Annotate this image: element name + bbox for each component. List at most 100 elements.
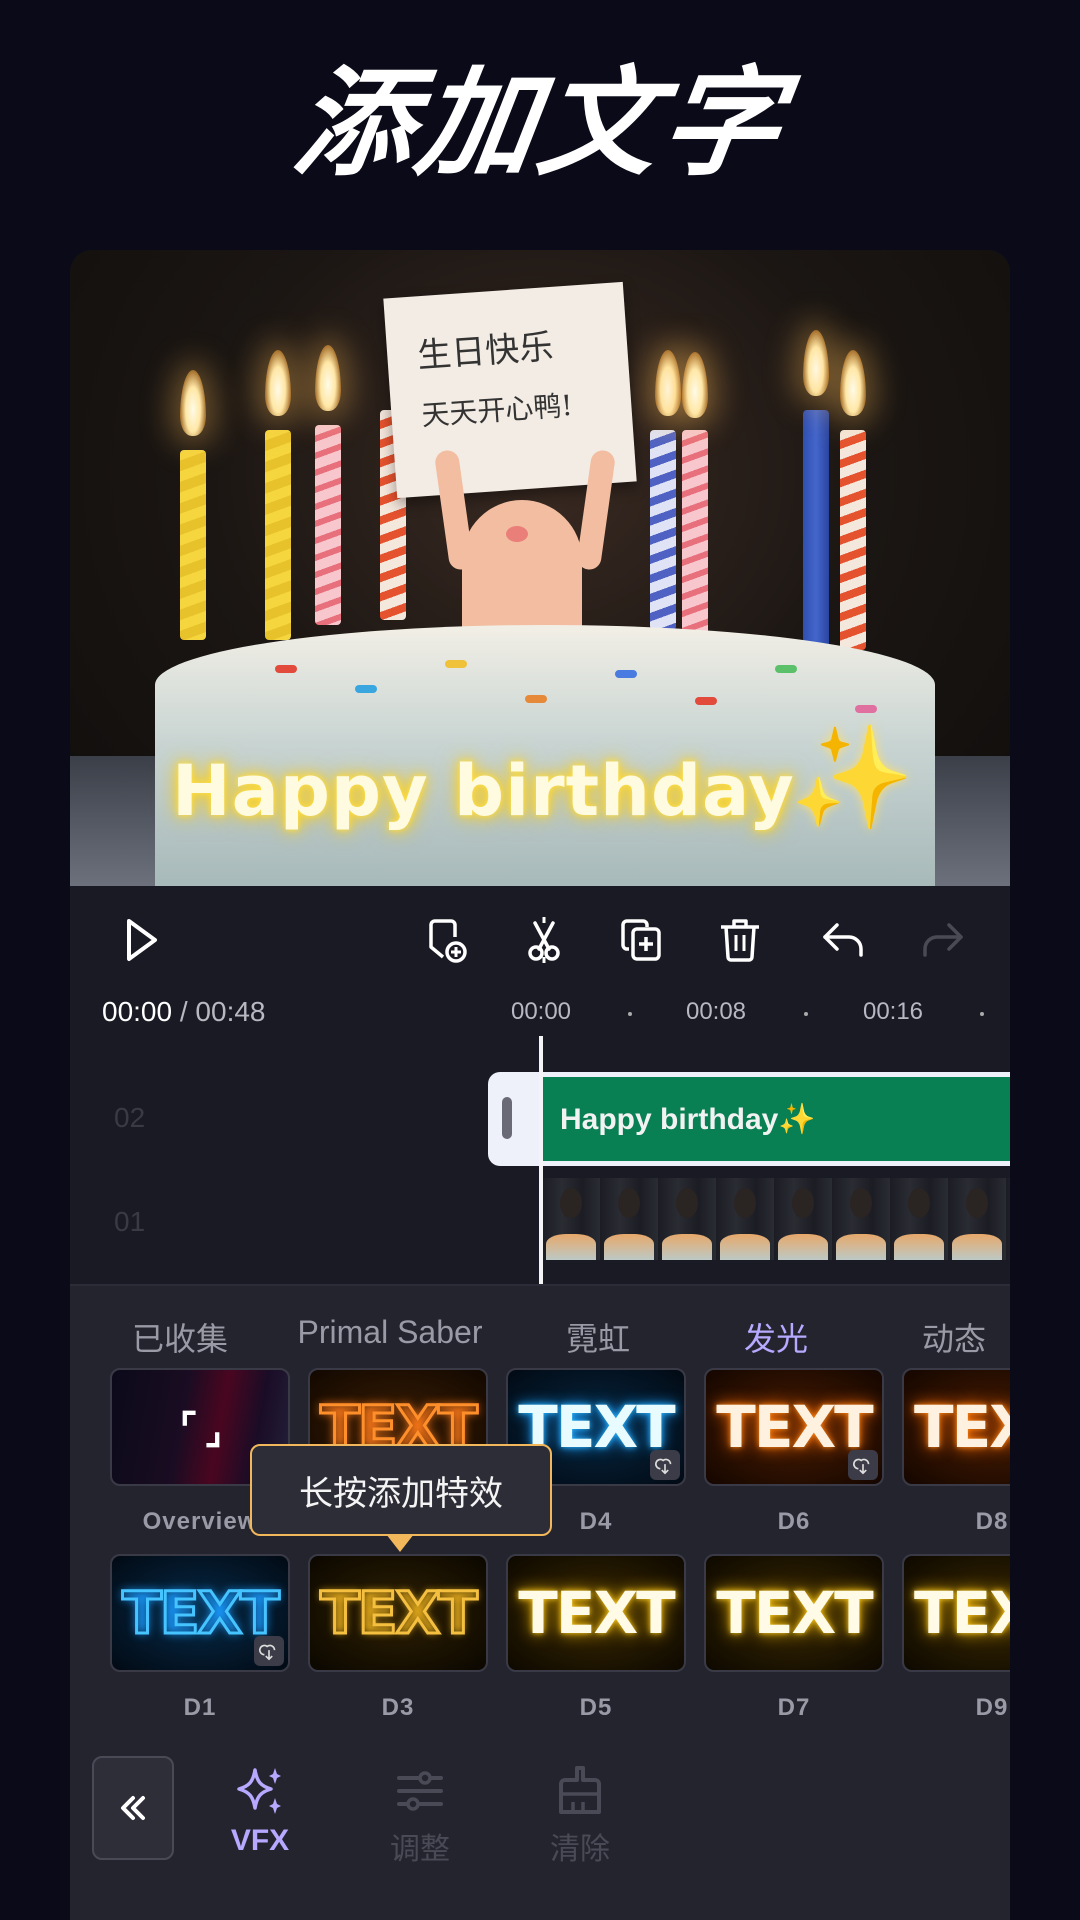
sparkle-icon [237, 1768, 281, 1814]
candle [840, 430, 866, 650]
undo-icon [823, 923, 863, 957]
delete-icon [721, 919, 759, 962]
candle [650, 430, 676, 630]
category-tab-collected[interactable]: 已收集 [132, 1314, 228, 1360]
time-separator: / [172, 996, 196, 1027]
category-tab-neon[interactable]: 霓虹 [566, 1314, 630, 1360]
video-clip[interactable] [542, 1178, 1010, 1260]
nav-adjust[interactable]: 调整 [360, 1764, 480, 1868]
effect-d9[interactable]: TEXT [902, 1554, 1010, 1672]
nav-label: 清除 [550, 1833, 610, 1866]
long-press-tooltip: 长按添加特效 [250, 1444, 552, 1536]
add-clip-icon [429, 919, 467, 963]
double-chevron-left-icon [121, 1796, 145, 1820]
sprinkle [615, 670, 637, 678]
current-time: 00:00 [102, 996, 173, 1027]
effect-thumb-text: TEXT [914, 1393, 1010, 1461]
video-frame [542, 1178, 600, 1260]
video-frame [948, 1178, 1006, 1260]
effect-thumb-text: TEXT [914, 1579, 1010, 1647]
effect-d6[interactable]: TEXT [704, 1368, 884, 1486]
flame [803, 330, 829, 396]
effect-d5[interactable]: TEXT [506, 1554, 686, 1672]
nav-vfx[interactable]: VFX [200, 1764, 320, 1858]
bottom-nav: VFX 调整 清除 [70, 1706, 1010, 1920]
video-preview[interactable]: 生日快乐 天天开心鸭! Happy birthday ✨ [70, 250, 1010, 886]
effect-thumb-text: TEXT [716, 1579, 873, 1647]
text-clip[interactable]: Happy birthday✨ 0 [488, 1072, 1010, 1166]
clip-trim-handle[interactable] [502, 1097, 512, 1139]
text-clip-body[interactable]: Happy birthday✨ 0 [540, 1077, 1010, 1161]
category-tab-primal-saber[interactable]: Primal Saber [298, 1314, 483, 1351]
sprinkle [275, 665, 297, 673]
category-tab-dynamic[interactable]: 动态 [922, 1314, 986, 1360]
track-label: 01 [114, 1206, 146, 1237]
candle [180, 450, 206, 640]
ruler-dot [804, 1012, 808, 1016]
sprinkle [855, 705, 877, 713]
flame [682, 352, 708, 418]
cloud-download-icon [259, 1644, 276, 1661]
flame [840, 350, 866, 416]
text-clip-label: Happy birthday✨ [560, 1102, 816, 1136]
duplicate-icon [621, 919, 661, 961]
sprinkle [445, 660, 467, 668]
ruler-tick: 00:16 [862, 998, 924, 1025]
redo-icon [923, 923, 963, 957]
effect-d3[interactable]: TEXT [308, 1554, 488, 1672]
effect-thumb-text: TEXT [319, 1578, 479, 1649]
nav-label: VFX [230, 1824, 290, 1857]
add-clip-button[interactable] [420, 914, 472, 966]
cloud-download-icon [655, 1458, 672, 1475]
collapse-button[interactable] [92, 1756, 174, 1860]
effect-label: D6 [777, 1508, 811, 1535]
nav-label: 调整 [390, 1833, 450, 1866]
effect-d8[interactable]: TEXT [902, 1368, 1010, 1486]
ruler-dot [628, 1012, 632, 1016]
edit-toolbar [70, 886, 1010, 996]
brush-icon [559, 1766, 601, 1814]
playhead[interactable] [539, 1036, 543, 1286]
effect-d1[interactable]: TEXT [110, 1554, 290, 1672]
redo-button[interactable] [916, 914, 968, 966]
sprinkle [695, 697, 717, 705]
video-frame [716, 1178, 774, 1260]
effect-d7[interactable]: TEXT [704, 1554, 884, 1672]
ruler-tick: 00:00 [510, 998, 572, 1025]
overlay-text[interactable]: Happy birthday [172, 750, 795, 832]
play-button[interactable] [114, 914, 166, 966]
effects-panel: 已收集 Primal Saber 霓虹 发光 动态 Overview TEXT … [70, 1284, 1010, 1920]
sprinkle [355, 685, 377, 693]
headline: 添加文字 [286, 54, 794, 192]
undo-button[interactable] [818, 914, 870, 966]
track-label: 02 [114, 1102, 146, 1133]
candle [682, 430, 708, 640]
candle [315, 425, 341, 625]
category-tab-glow[interactable]: 发光 [744, 1314, 808, 1360]
pig-nose [506, 526, 528, 542]
duplicate-button[interactable] [616, 914, 668, 966]
nav-clear[interactable]: 清除 [520, 1764, 640, 1868]
note-line-2: 天天开心鸭! [420, 388, 574, 433]
effect-label: D8 [975, 1508, 1009, 1535]
video-frame [890, 1178, 948, 1260]
tooltip-arrow [386, 1534, 414, 1552]
total-time: 00:48 [195, 996, 266, 1027]
flame [180, 370, 206, 436]
fullscreen-icon [182, 1410, 220, 1448]
video-frame [774, 1178, 832, 1260]
timecode: 00:00 / 00:48 [102, 996, 266, 1028]
download-badge [254, 1636, 284, 1666]
flame [265, 350, 291, 416]
video-frame [658, 1178, 716, 1260]
download-badge [650, 1450, 680, 1480]
cloud-download-icon [853, 1458, 870, 1475]
video-frame [832, 1178, 890, 1260]
split-button[interactable] [518, 914, 570, 966]
candle [265, 430, 291, 640]
ruler-tick: 00:08 [685, 998, 747, 1025]
delete-button[interactable] [714, 914, 766, 966]
effect-thumb-text: TEXT [518, 1579, 675, 1647]
video-frame [600, 1178, 658, 1260]
flame [315, 345, 341, 411]
